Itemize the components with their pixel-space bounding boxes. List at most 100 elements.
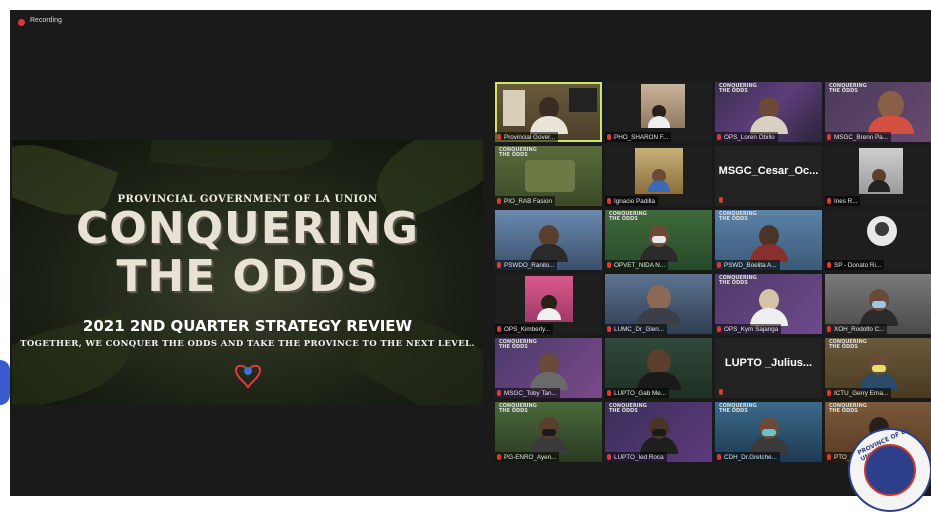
participant-name: XOH_Rodolfo C... — [834, 325, 885, 333]
participant-tile[interactable]: CONQUERING THE ODDS MSGC_Toby Tan... — [495, 338, 602, 398]
background-logo: CONQUERING THE ODDS — [829, 403, 867, 414]
mic-muted-icon — [717, 326, 721, 332]
participant-video — [529, 353, 568, 390]
participant-name: MSGC_Toby Tan... — [504, 389, 557, 397]
foliage-decoration — [149, 140, 335, 178]
participant-video — [636, 285, 681, 326]
participant-tile[interactable]: Provincial Gover... — [495, 82, 602, 142]
participant-tile[interactable]: Ines R... — [825, 146, 931, 206]
mic-muted-icon — [497, 262, 501, 268]
participant-name: PSWDO_Ranilo... — [504, 261, 555, 269]
mic-muted-icon — [497, 326, 501, 332]
participant-tile[interactable]: CONQUERING THE ODDS LUPTO_Ied Roca — [605, 402, 712, 462]
participant-video — [529, 225, 568, 262]
participant-gallery: Provincial Gover... PHO_SHARON F... CONQ… — [495, 82, 931, 466]
la-union-logo — [228, 362, 268, 390]
avatar-face — [875, 222, 889, 236]
participant-name: PG-ENRO_Ayen... — [504, 453, 557, 461]
meeting-top-bar: Recording — [10, 10, 931, 38]
participant-video — [636, 349, 681, 390]
participant-name: LUPTO_Gab Me... — [614, 389, 667, 397]
participant-tile[interactable]: CONQUERING THE ODDS PG-ENRO_Ayen... — [495, 402, 602, 462]
participant-name-display: LUPTO _Julius... — [724, 357, 813, 369]
mic-muted-icon — [827, 134, 831, 140]
mic-muted-icon — [717, 262, 721, 268]
participant-name: PIO_RAB Fasion — [504, 197, 552, 205]
participant-tile[interactable]: SP - Donato Ri... — [825, 210, 931, 270]
participant-tile[interactable]: PHO_SHARON F... — [605, 82, 712, 142]
participant-name: Ines R... — [834, 197, 858, 205]
slide-tagline: TOGETHER, WE CONQUER THE ODDS AND TAKE T… — [20, 339, 475, 349]
mic-muted-icon — [497, 454, 501, 460]
participant-tile[interactable]: CONQUERING THE ODDS ICTU_Gerry Erna... — [825, 338, 931, 398]
participant-video — [749, 97, 788, 134]
participant-video — [639, 225, 678, 262]
background-logo: CONQUERING THE ODDS — [719, 275, 757, 286]
background-logo: CONQUERING THE ODDS — [719, 211, 757, 222]
participant-name: PSWD_Boelita A... — [724, 261, 777, 269]
participant-tile[interactable]: LUPTO _Julius... — [715, 338, 822, 398]
zoom-meeting-window: Recording PROVINCIAL GOVERNMENT OF LA UN… — [0, 10, 931, 496]
background-logo: CONQUERING THE ODDS — [499, 147, 537, 158]
edge-decoration — [0, 360, 10, 405]
participant-name: CDH_Dr.Gretche... — [724, 453, 777, 461]
mic-muted-icon — [827, 198, 831, 204]
participant-video — [529, 97, 568, 134]
mic-muted-icon — [827, 390, 831, 396]
participant-tile[interactable]: XOH_Rodolfo C... — [825, 274, 931, 334]
mic-muted-icon — [717, 454, 721, 460]
background-logo: CONQUERING THE ODDS — [609, 403, 647, 414]
participant-name: OPS_Kimberly... — [504, 325, 551, 333]
participant-name: LUPTO_Ied Roca — [614, 453, 664, 461]
participant-tile[interactable]: CONQUERING THE ODDS OPS_Loren Obillo — [715, 82, 822, 142]
participant-tile[interactable]: PSWDO_Ranilo... — [495, 210, 602, 270]
participant-video — [529, 417, 568, 454]
mic-muted-icon — [827, 262, 831, 268]
background-logo: CONQUERING THE ODDS — [499, 339, 537, 350]
participant-tile[interactable]: OPS_Kimberly... — [495, 274, 602, 334]
participant-video — [749, 417, 788, 454]
participant-name: OPVET_NIDA N... — [614, 261, 666, 269]
participant-tile[interactable]: CONQUERING THE ODDS MSGC_Brenn Pa... — [825, 82, 931, 142]
mic-muted-icon — [719, 389, 723, 395]
participant-tile[interactable]: CONQUERING THE ODDS OPVET_NIDA N... — [605, 210, 712, 270]
province-seal: PROVINCE OF LA UNION — [848, 427, 931, 512]
mic-muted-icon — [607, 390, 611, 396]
mic-muted-icon — [497, 390, 501, 396]
participant-name: LUMC_Dr_Glen... — [614, 325, 665, 333]
participant-name: ICTU_Gerry Erna... — [834, 389, 889, 397]
mic-muted-icon — [717, 134, 721, 140]
participant-tile[interactable]: LUPTO_Gab Me... — [605, 338, 712, 398]
participant-tile[interactable]: CONQUERING THE ODDS PIO_RAB Fasion — [495, 146, 602, 206]
participant-tile[interactable]: Ignacio Padilla — [605, 146, 712, 206]
mic-muted-icon — [497, 134, 501, 140]
mic-muted-icon — [607, 454, 611, 460]
participant-video — [749, 225, 788, 262]
participant-video — [647, 169, 670, 192]
mic-muted-icon — [607, 262, 611, 268]
participant-video — [867, 169, 890, 192]
participant-tile[interactable]: MSGC_Cesar_Oc... — [715, 146, 822, 206]
participant-video — [647, 105, 670, 128]
slide-title-line2: THE ODDS — [116, 251, 379, 302]
participant-video — [749, 289, 788, 326]
participant-tile[interactable]: CONQUERING THE ODDS OPS_Kym Sajanga — [715, 274, 822, 334]
participant-video — [536, 295, 561, 320]
background-logo: CONQUERING THE ODDS — [499, 403, 537, 414]
participant-name: PHO_SHARON F... — [614, 133, 669, 141]
background-image — [525, 160, 575, 192]
participant-tile[interactable]: CONQUERING THE ODDS PSWD_Boelita A... — [715, 210, 822, 270]
participant-tile[interactable]: CONQUERING THE ODDS CDH_Dr.Gretche... — [715, 402, 822, 462]
participant-name: Ignacio Padilla — [614, 197, 655, 205]
foliage-decoration — [352, 297, 483, 405]
slide-subtitle: 2021 2ND QUARTER STRATEGY REVIEW — [82, 317, 413, 335]
background-flag — [503, 90, 525, 126]
background-logo: CONQUERING THE ODDS — [719, 83, 757, 94]
background-logo: CONQUERING THE ODDS — [609, 211, 647, 222]
participant-video — [868, 91, 915, 134]
participant-tile[interactable]: LUMC_Dr_Glen... — [605, 274, 712, 334]
participant-video — [639, 417, 678, 454]
shared-screen[interactable]: PROVINCIAL GOVERNMENT OF LA UNION CONQUE… — [12, 140, 483, 405]
participant-video — [859, 289, 898, 326]
background-logo: CONQUERING THE ODDS — [719, 403, 757, 414]
